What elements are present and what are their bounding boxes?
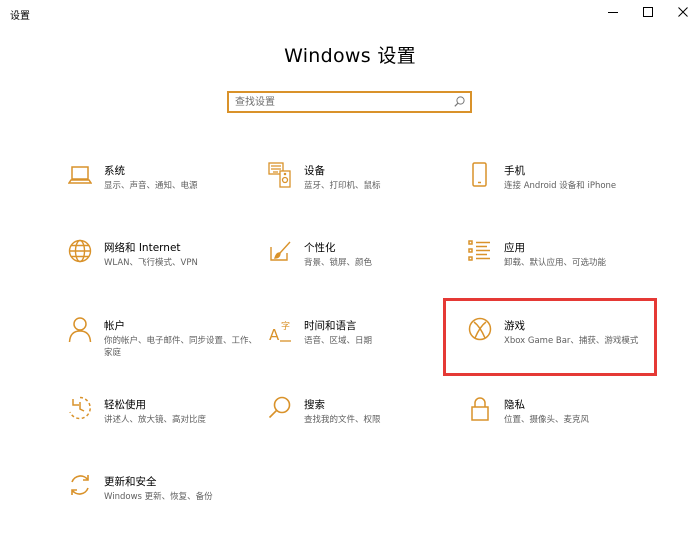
window-title: 设置 — [10, 11, 30, 22]
category-time-language[interactable]: A 字 时间和语言 语音、区域、日期 — [268, 317, 458, 377]
category-description: 背景、锁屏、颜色 — [304, 258, 373, 268]
search-icon — [454, 96, 465, 107]
brush-icon — [270, 241, 291, 261]
category-title: 系统 — [104, 165, 125, 177]
category-title: 应用 — [504, 242, 525, 254]
title-bar: 设置 — [0, 0, 700, 26]
category-ease-of-access[interactable]: 轻松使用 讲述人、放大镜、高对比度 — [68, 396, 258, 456]
minimize-icon — [608, 12, 618, 13]
category-description: 讲述人、放大镜、高对比度 — [104, 415, 207, 425]
globe-icon — [68, 239, 92, 263]
minimize-button[interactable] — [596, 0, 630, 24]
category-system[interactable]: 系统 显示、声音、通知、电源 — [68, 162, 258, 222]
highlight-box — [443, 298, 657, 376]
lock-icon — [471, 397, 489, 421]
category-search[interactable]: 搜索 查找我的文件、权限 — [268, 396, 458, 456]
category-update-security[interactable]: 更新和安全 Windows 更新、恢复、备份 — [68, 473, 258, 533]
category-title: 轻松使用 — [104, 399, 146, 411]
category-accounts[interactable]: 帐户 你的帐户、电子邮件、同步设置、工作、家庭 — [68, 317, 258, 377]
category-description: Windows 更新、恢复、备份 — [104, 492, 213, 502]
category-description: 位置、摄像头、麦克风 — [504, 415, 590, 425]
svg-text:字: 字 — [281, 320, 290, 332]
category-title: 设备 — [304, 165, 325, 177]
category-description: 查找我的文件、权限 — [304, 415, 381, 425]
category-description: 连接 Android 设备和 iPhone — [504, 181, 617, 191]
category-network[interactable]: 网络和 Internet WLAN、飞行模式、VPN — [68, 239, 258, 299]
time-language-icon: A 字 — [269, 320, 291, 343]
category-description: 蓝牙、打印机、鼠标 — [304, 181, 381, 191]
close-button[interactable] — [666, 0, 700, 24]
category-personalization[interactable]: 个性化 背景、锁屏、颜色 — [268, 239, 458, 299]
category-privacy[interactable]: 隐私 位置、摄像头、麦克风 — [468, 396, 658, 456]
ease-of-access-icon — [69, 396, 91, 420]
page-title: Windows 设置 — [284, 45, 416, 67]
category-title: 个性化 — [304, 242, 336, 254]
category-phone[interactable]: 手机 连接 Android 设备和 iPhone — [468, 162, 658, 222]
refresh-icon — [71, 475, 89, 495]
search-input[interactable] — [235, 94, 445, 110]
category-apps[interactable]: 应用 卸载、默认应用、可选功能 — [468, 239, 658, 299]
person-icon — [68, 317, 92, 343]
search-box[interactable] — [227, 91, 472, 113]
category-title: 手机 — [504, 165, 525, 177]
apps-list-icon — [468, 240, 490, 261]
close-icon — [678, 7, 688, 17]
category-title: 网络和 Internet — [104, 242, 181, 254]
category-description: 显示、声音、通知、电源 — [104, 181, 198, 191]
category-title: 更新和安全 — [104, 476, 157, 488]
laptop-icon — [68, 166, 92, 184]
category-description: 你的帐户、电子邮件、同步设置、工作、家庭 — [104, 336, 258, 358]
svg-text:A: A — [269, 326, 280, 343]
category-devices[interactable]: 设备 蓝牙、打印机、鼠标 — [268, 162, 458, 222]
devices-icon — [268, 162, 291, 188]
search-icon — [268, 396, 291, 419]
maximize-button[interactable] — [631, 0, 665, 24]
category-description: 语音、区域、日期 — [304, 336, 373, 346]
category-description: 卸载、默认应用、可选功能 — [504, 258, 607, 268]
category-title: 搜索 — [304, 399, 325, 411]
category-title: 时间和语言 — [304, 320, 357, 332]
phone-icon — [472, 162, 487, 187]
category-title: 隐私 — [504, 399, 525, 411]
category-title: 帐户 — [104, 320, 125, 332]
category-description: WLAN、飞行模式、VPN — [104, 258, 198, 268]
maximize-icon — [643, 7, 653, 17]
